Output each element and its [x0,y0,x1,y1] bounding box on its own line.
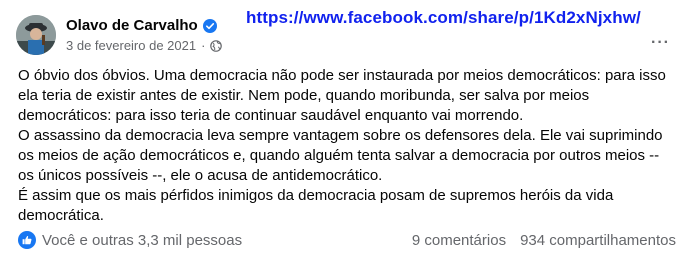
reactions-count[interactable]: Você e outras 3,3 mil pessoas [42,232,242,249]
post-footer: Você e outras 3,3 mil pessoas 9 comentár… [18,229,676,251]
verified-badge-icon [202,18,217,33]
facebook-post: Olavo de Carvalho 3 de fevereiro de 2021… [0,0,692,261]
avatar[interactable] [16,15,56,55]
more-options-icon[interactable]: ··· [651,34,670,52]
timestamp-row: 3 de fevereiro de 2021 · [66,38,223,53]
post-meta: Olavo de Carvalho 3 de fevereiro de 2021… [66,17,223,53]
post-paragraph: O óbvio dos óbvios. Uma democracia não p… [18,67,666,124]
post-date[interactable]: 3 de fevereiro de 2021 [66,38,196,53]
author-row: Olavo de Carvalho [66,17,222,34]
author-name[interactable]: Olavo de Carvalho [66,17,198,34]
post-paragraph: É assim que os mais pérfidos inimigos da… [18,187,614,224]
post-body: O óbvio dos óbvios. Uma democracia não p… [18,66,678,226]
avatar-photo [16,15,56,55]
comments-count[interactable]: 9 comentários [412,232,506,249]
post-header: Olavo de Carvalho 3 de fevereiro de 2021… [16,12,223,58]
globe-icon [210,39,223,52]
like-icon[interactable] [18,231,36,249]
separator-dot: · [201,38,206,53]
post-paragraph: O assassino da democracia leva sempre va… [18,127,663,184]
overlay-url: https://www.facebook.com/share/p/1Kd2xNj… [246,8,641,27]
shares-count[interactable]: 934 compartilhamentos [520,232,676,249]
